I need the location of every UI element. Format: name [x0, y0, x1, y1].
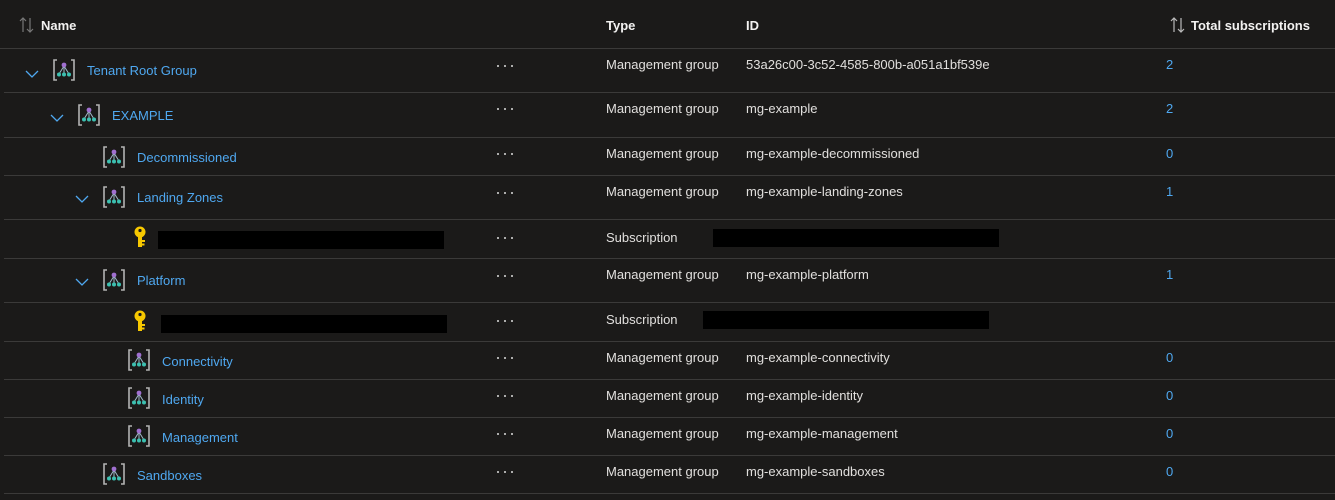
row-name-link[interactable]: Landing Zones [137, 189, 223, 207]
more-actions-ellipsis-icon[interactable] [493, 464, 517, 480]
row-total-subscriptions[interactable]: 0 [1166, 349, 1173, 367]
row-total-subscriptions[interactable]: 0 [1166, 425, 1173, 443]
row-id: mg-example-decommissioned [746, 146, 920, 161]
row-type: Management group [606, 146, 719, 161]
row-total-subscriptions[interactable]: 1 [1166, 183, 1173, 201]
row-name-link[interactable]: Tenant Root Group [87, 62, 197, 80]
row-name-link[interactable]: EXAMPLE [112, 107, 173, 125]
row-id: mg-example [746, 101, 818, 116]
more-actions-ellipsis-icon[interactable] [493, 268, 517, 284]
grid-header: Name Type ID Total subscriptions [0, 0, 1335, 49]
sort-icon[interactable] [18, 15, 36, 35]
management-group-icon [128, 425, 150, 447]
key-icon [134, 226, 146, 247]
management-group-icon [78, 104, 100, 126]
chevron-down-icon[interactable] [74, 191, 90, 207]
table-row[interactable]: Identity Management group mg-example-ide… [4, 380, 1335, 418]
management-group-icon [53, 59, 75, 81]
row-id: mg-example-sandboxes [746, 464, 885, 479]
row-total-subscriptions[interactable]: 0 [1166, 387, 1173, 405]
row-type: Subscription [606, 230, 678, 245]
row-name-link[interactable]: Sandboxes [137, 467, 202, 485]
row-total-subscriptions[interactable]: 0 [1166, 463, 1173, 481]
redacted-subscription-id [703, 311, 989, 329]
row-type: Management group [606, 57, 719, 72]
more-actions-ellipsis-icon[interactable] [493, 313, 517, 329]
row-type: Management group [606, 101, 719, 116]
row-id: mg-example-connectivity [746, 350, 890, 365]
table-row[interactable]: Subscription [4, 303, 1335, 342]
row-id: 53a26c00-3c52-4585-800b-a051a1bf539e [746, 57, 990, 72]
row-id: mg-example-platform [746, 267, 869, 282]
row-name-link[interactable]: Identity [162, 391, 204, 409]
more-actions-ellipsis-icon[interactable] [493, 146, 517, 162]
row-id: mg-example-management [746, 426, 898, 441]
management-groups-grid: Name Type ID Total subscriptions Tenant … [0, 0, 1335, 500]
row-name-link[interactable]: Decommissioned [137, 149, 237, 167]
row-id: mg-example-identity [746, 388, 864, 403]
table-row[interactable]: EXAMPLE Management group mg-example 2 [4, 93, 1335, 138]
row-total-subscriptions[interactable]: 2 [1166, 56, 1173, 74]
row-type: Subscription [606, 312, 678, 327]
more-actions-ellipsis-icon[interactable] [493, 426, 517, 442]
more-actions-ellipsis-icon[interactable] [493, 58, 517, 74]
table-row[interactable]: Management Management group mg-example-m… [4, 418, 1335, 456]
row-type: Management group [606, 426, 719, 441]
row-type: Management group [606, 267, 719, 282]
row-total-subscriptions[interactable]: 0 [1166, 145, 1173, 163]
management-group-icon [103, 186, 125, 208]
management-group-icon [103, 463, 125, 485]
chevron-down-icon[interactable] [24, 66, 40, 82]
row-id: mg-example-landing-zones [746, 184, 903, 199]
row-name-link[interactable]: Platform [137, 272, 185, 290]
column-header-type[interactable]: Type [606, 17, 635, 35]
row-type: Management group [606, 388, 719, 403]
sort-icon[interactable] [1169, 15, 1187, 35]
row-type: Management group [606, 464, 719, 479]
more-actions-ellipsis-icon[interactable] [493, 230, 517, 246]
table-row[interactable]: Landing Zones Management group mg-exampl… [4, 176, 1335, 220]
row-total-subscriptions[interactable]: 2 [1166, 100, 1173, 118]
column-header-total-subscriptions[interactable]: Total subscriptions [1191, 17, 1310, 35]
row-type: Management group [606, 350, 719, 365]
table-row[interactable]: Sandboxes Management group mg-example-sa… [4, 456, 1335, 494]
more-actions-ellipsis-icon[interactable] [493, 185, 517, 201]
redacted-subscription-name [161, 315, 447, 333]
table-row[interactable]: Decommissioned Management group mg-examp… [4, 138, 1335, 176]
row-name-link[interactable]: Connectivity [162, 353, 233, 371]
management-group-icon [103, 146, 125, 168]
management-group-icon [128, 349, 150, 371]
table-row[interactable]: Tenant Root Group Management group 53a26… [4, 49, 1335, 93]
key-icon [134, 310, 146, 331]
chevron-down-icon[interactable] [49, 110, 65, 126]
table-row[interactable]: Connectivity Management group mg-example… [4, 342, 1335, 380]
column-header-name[interactable]: Name [41, 17, 76, 35]
redacted-subscription-id [713, 229, 999, 247]
row-total-subscriptions[interactable]: 1 [1166, 266, 1173, 284]
row-name-link[interactable]: Management [162, 429, 238, 447]
chevron-down-icon[interactable] [74, 274, 90, 290]
table-row[interactable]: Subscription [4, 220, 1335, 259]
management-group-icon [128, 387, 150, 409]
more-actions-ellipsis-icon[interactable] [493, 388, 517, 404]
more-actions-ellipsis-icon[interactable] [493, 350, 517, 366]
more-actions-ellipsis-icon[interactable] [493, 101, 517, 117]
column-header-id[interactable]: ID [746, 17, 759, 35]
management-group-icon [103, 269, 125, 291]
redacted-subscription-name [158, 231, 444, 249]
table-row[interactable]: Platform Management group mg-example-pla… [4, 259, 1335, 303]
row-type: Management group [606, 184, 719, 199]
